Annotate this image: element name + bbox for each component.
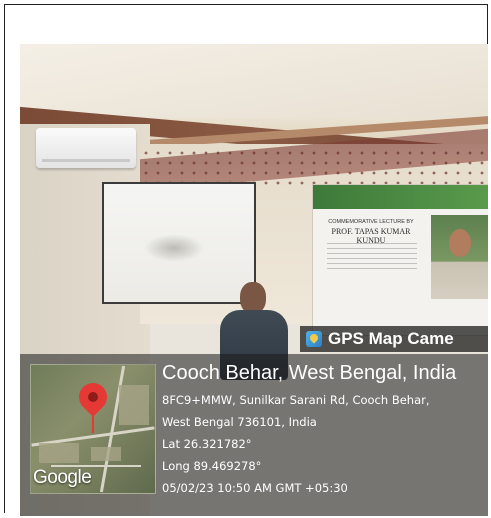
- gps-map-camera-icon: [306, 331, 322, 347]
- lecture-banner: COMMEMORATIVE LECTURE BY PROF. TAPAS KUM…: [312, 184, 488, 336]
- google-logo: Google: [33, 467, 92, 488]
- location-map: Google: [30, 364, 156, 494]
- projected-image: [144, 234, 204, 262]
- map-pin-icon: [73, 377, 113, 417]
- gps-map-camera-badge: GPS Map Came: [300, 326, 488, 352]
- banner-portrait-face: [449, 229, 471, 257]
- location-title: Cooch Behar, West Bengal, India: [162, 362, 457, 384]
- map-field: [39, 443, 79, 463]
- geotagged-photo: COMMEMORATIVE LECTURE BY PROF. TAPAS KUM…: [20, 44, 488, 516]
- badge-label: GPS Map Came: [328, 329, 454, 348]
- timestamp: 05/02/23 10:50 AM GMT +05:30: [162, 481, 348, 495]
- banner-header: [313, 185, 488, 209]
- latitude: Lat 26.321782°: [162, 437, 252, 451]
- banner-portrait: [431, 215, 488, 299]
- ceiling-panel: [20, 44, 488, 118]
- location-info: Cooch Behar, West Bengal, India 8FC9+MMW…: [162, 362, 488, 499]
- banner-details: [327, 243, 417, 273]
- longitude: Long 89.469278°: [162, 459, 262, 473]
- address-line-1: 8FC9+MMW, Sunilkar Sarani Rd, Cooch Beha…: [162, 393, 430, 407]
- banner-heading: COMMEMORATIVE LECTURE BY: [328, 219, 414, 225]
- map-field: [91, 447, 121, 461]
- map-field: [119, 385, 149, 425]
- air-conditioner: [36, 128, 136, 168]
- address-line-2: West Bengal 736101, India: [162, 415, 317, 429]
- projector-screen: [102, 182, 256, 304]
